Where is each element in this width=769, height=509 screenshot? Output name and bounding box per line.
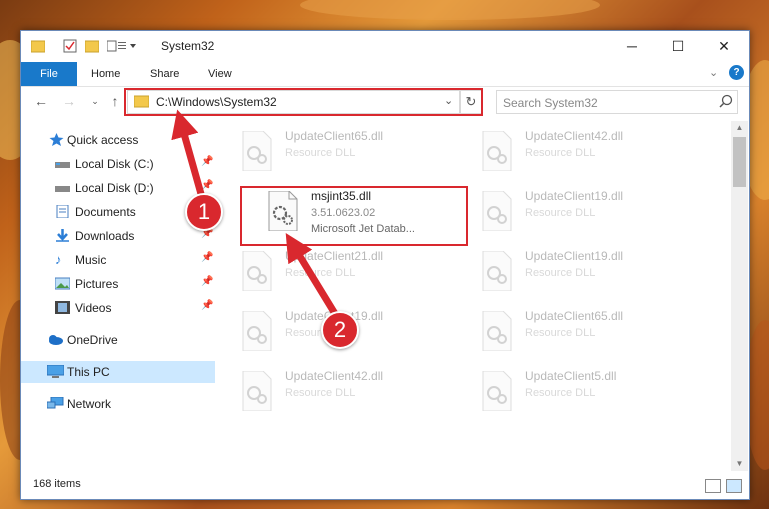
file-explorer-window: System32 ─ ☐ ✕ File Home Share View ⌄ ? …: [20, 30, 750, 500]
arrow-to-address-bar: [171, 109, 207, 202]
step-1-badge: 1: [185, 193, 223, 231]
annotation-arrows: [171, 109, 340, 319]
step-2-badge: 2: [321, 311, 359, 349]
arrow-to-file: [285, 233, 340, 319]
